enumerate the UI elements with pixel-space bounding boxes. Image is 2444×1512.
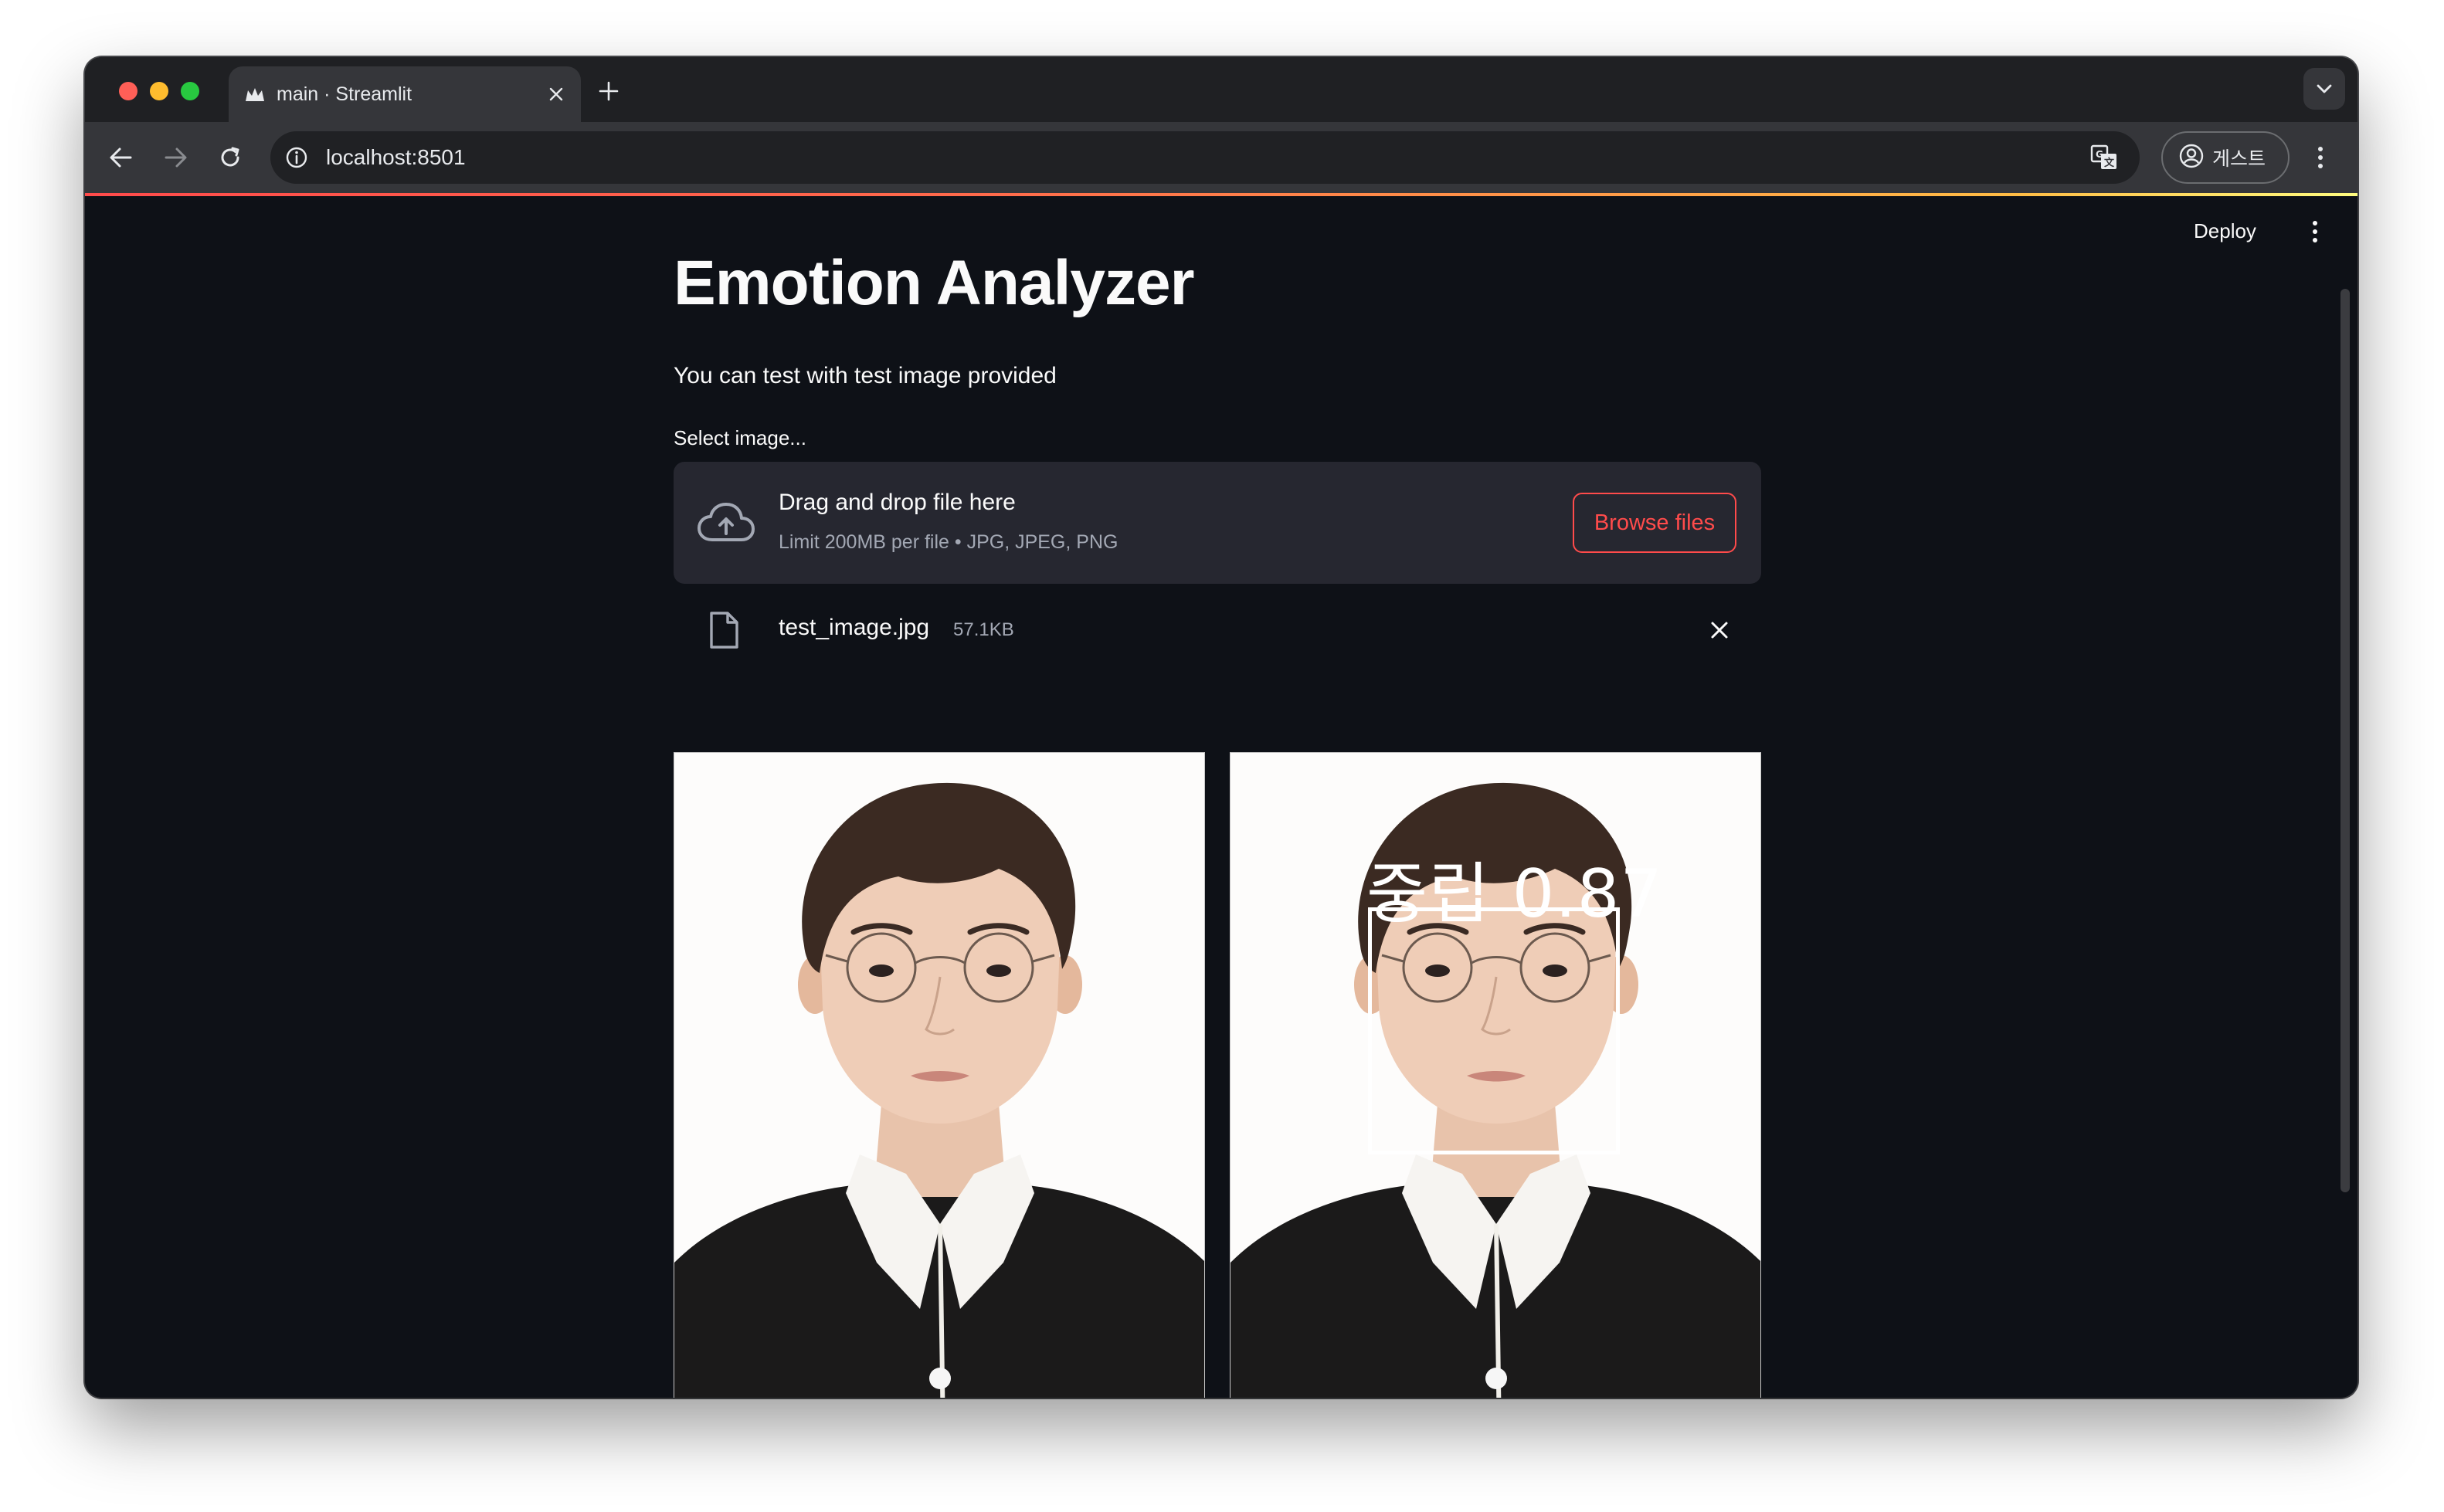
svg-text:G: G (2096, 149, 2103, 160)
browse-files-button[interactable]: Browse files (1573, 493, 1736, 553)
face-detection-box (1368, 907, 1620, 1154)
annotated-image: 중립 0.87 (1230, 752, 1761, 1398)
uploader-label: Select image... (674, 426, 806, 449)
back-arrow-icon[interactable] (102, 139, 139, 176)
browser-window: main · Streamlit localhost:8501 G 文 게스트 … (85, 57, 2357, 1398)
browser-toolbar: localhost:8501 G 文 게스트 (85, 122, 2357, 193)
svg-text:文: 文 (2104, 157, 2115, 169)
tab-title: main · Streamlit (277, 83, 412, 105)
page-subtitle: You can test with test image provided (674, 363, 1057, 388)
maximize-window-button[interactable] (181, 82, 199, 100)
browser-tab[interactable]: main · Streamlit (229, 66, 581, 122)
file-name: test_image.jpg (779, 615, 930, 640)
chevron-down-icon[interactable] (2303, 68, 2345, 110)
file-dropzone[interactable]: Drag and drop file here Limit 200MB per … (674, 462, 1761, 584)
url-text[interactable]: localhost:8501 (326, 145, 466, 170)
uploaded-file-row: test_image.jpg 57.1KB (674, 599, 1761, 661)
translate-icon[interactable]: G 文 (2089, 142, 2120, 173)
cloud-upload-icon (697, 496, 755, 550)
tab-strip: main · Streamlit (85, 57, 2357, 122)
minimize-window-button[interactable] (150, 82, 168, 100)
profile-button[interactable]: 게스트 (2161, 131, 2290, 184)
file-size: 57.1KB (953, 619, 1014, 640)
dropzone-title: Drag and drop file here (779, 490, 1016, 515)
address-bar[interactable]: localhost:8501 G 文 (270, 131, 2140, 184)
file-icon (706, 610, 742, 650)
close-icon[interactable] (1704, 615, 1735, 646)
close-icon[interactable] (544, 82, 569, 107)
more-vert-icon[interactable] (2305, 139, 2336, 176)
info-icon[interactable] (281, 142, 312, 173)
streamlit-favicon-icon (244, 83, 266, 105)
streamlit-app: Deploy Emotion Analyzer You can test wit… (85, 196, 2357, 1398)
forward-arrow-icon[interactable] (158, 139, 195, 176)
close-window-button[interactable] (119, 82, 137, 100)
deploy-button[interactable]: Deploy (2194, 219, 2256, 243)
profile-label: 게스트 (2212, 148, 2266, 170)
page-title: Emotion Analyzer (674, 248, 1195, 318)
reload-icon[interactable] (212, 139, 249, 176)
plus-icon[interactable] (595, 77, 623, 105)
emotion-label: 중립 0.87 (1366, 856, 1664, 933)
original-image (674, 752, 1205, 1398)
profile-icon (2178, 143, 2205, 173)
scrollbar[interactable] (2340, 289, 2350, 1192)
dropzone-hint: Limit 200MB per file • JPG, JPEG, PNG (779, 531, 1118, 553)
more-vert-icon[interactable] (2303, 216, 2327, 247)
